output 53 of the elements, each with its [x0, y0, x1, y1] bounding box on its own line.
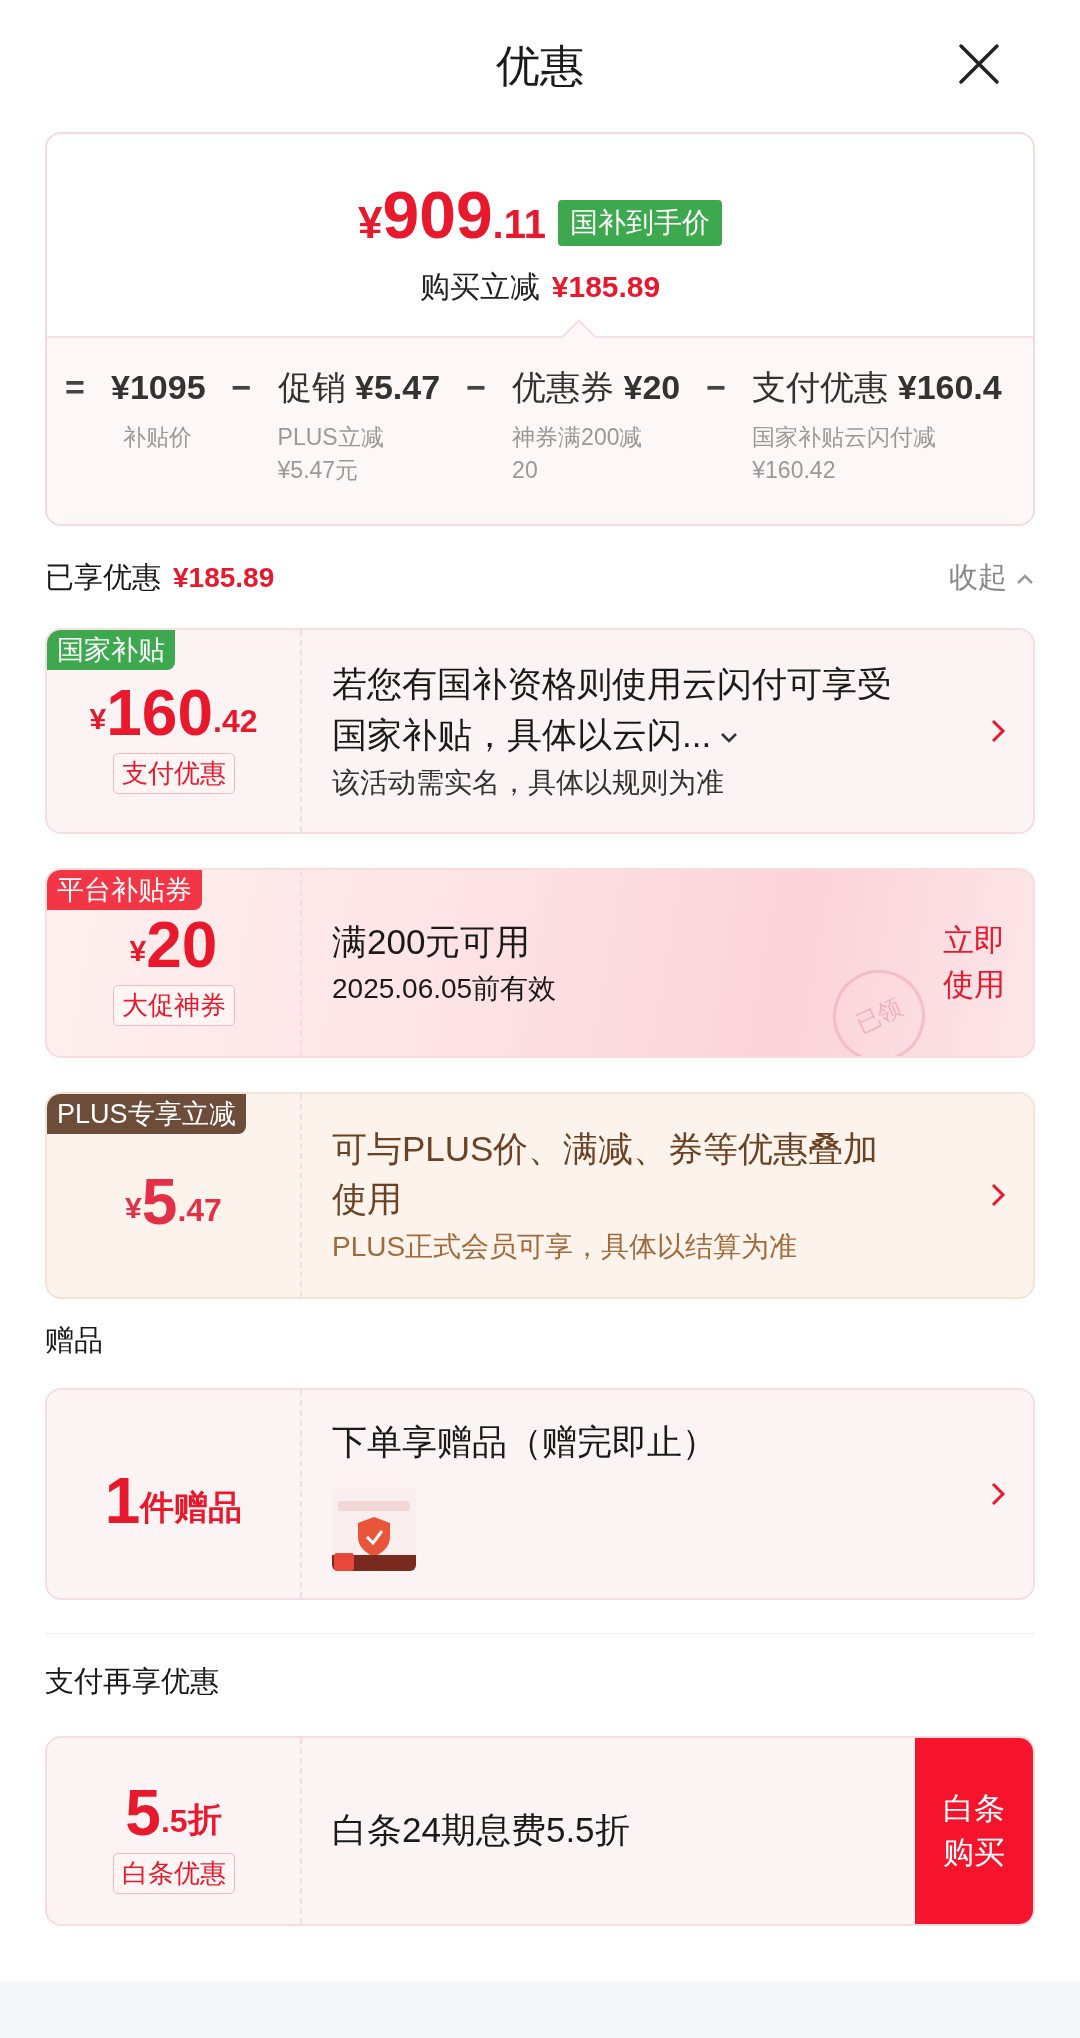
offer-amount: ¥160.42 — [89, 681, 258, 745]
breakdown-note: 国家补贴云闪付减 — [752, 423, 938, 452]
operator-sign: − — [230, 367, 253, 408]
breakdown-note: 20 — [512, 456, 539, 486]
offer-card[interactable]: 1件赠品 下单享赠品（赠完即止） — [45, 1388, 1035, 1600]
breakdown-amount: 促销 ¥5.47 — [277, 367, 441, 408]
breakdown-note: ¥160.42 — [752, 456, 837, 486]
offer-tag: PLUS专享立减 — [47, 1093, 246, 1134]
breakdown-amount: 支付优惠 ¥160.4 — [752, 367, 1002, 408]
section-title: 支付再享优惠 — [45, 1664, 220, 1699]
breakdown-note: PLUS立减 — [277, 423, 385, 452]
offer-subtitle: 该活动需实名，具体以规则为准 — [332, 765, 725, 800]
price-badge: 国补到手价 — [558, 200, 722, 246]
action-button[interactable]: 立即 使用 — [915, 869, 1033, 1056]
saving-label: 购买立减 — [419, 270, 540, 303]
offer-label: 白条优惠 — [112, 1853, 235, 1894]
offer-amount: 1件赠品 — [104, 1469, 243, 1533]
section-title: 已享优惠 — [45, 561, 161, 593]
final-price: ¥909.11 — [358, 182, 546, 254]
sheet-title: 优惠 — [496, 40, 584, 92]
section-amount: ¥185.89 — [173, 562, 275, 593]
offer-subtitle: 2025.06.05前有效 — [332, 972, 558, 1007]
offer-title: 满200元可用 — [332, 920, 532, 963]
saving-amount: ¥185.89 — [551, 270, 661, 303]
operator-sign: − — [705, 367, 728, 408]
breakdown-note: ¥5.47元 — [277, 456, 360, 486]
offer-card[interactable]: PLUS专享立减 ¥5.47 可与PLUS价、满减、券等优惠叠加使用 PLUS正式会员可享，具体以结算为准 — [45, 1091, 1035, 1299]
offer-tag: 平台补贴券 — [47, 869, 202, 910]
operator-sign: − — [465, 367, 487, 408]
offer-title: 白条24期息费5.5折 — [332, 1809, 631, 1852]
offer-title: 可与PLUS价、满减、券等优惠叠加使用 — [332, 1127, 880, 1221]
offer-card[interactable]: 国家补贴 ¥160.42 支付优惠 若您有国补资格则使用云闪付可享受国家补贴，具体以云闪... 该活动需实名，具体以规则为准 — [45, 627, 1035, 834]
offer-title: 若您有国补资格则使用云闪付可享受国家补贴，具体以云闪... — [332, 663, 893, 756]
offer-subtitle: PLUS正式会员可享，具体以结算为准 — [332, 1230, 799, 1265]
offer-label: 大促神券 — [112, 985, 235, 1026]
offer-tag: 国家补贴 — [47, 629, 175, 670]
operator-sign: = — [64, 367, 86, 408]
breakdown-amount: ¥1095 — [111, 367, 206, 408]
offer-label: 支付优惠 — [112, 753, 235, 794]
offer-amount: ¥5.47 — [125, 1170, 222, 1234]
breakdown-amount: 优惠券 ¥20 — [512, 367, 681, 408]
chevron-right-icon[interactable] — [990, 1481, 1006, 1507]
chevron-right-icon[interactable] — [990, 1182, 1006, 1208]
offer-card[interactable]: 5.5折 白条优惠 白条24期息费5.5折 白条 购买 — [45, 1735, 1035, 1926]
breakdown-note: 神券满200减 — [512, 423, 644, 452]
breakdown-note: 补贴价 — [123, 423, 193, 452]
chevron-right-icon[interactable] — [990, 717, 1006, 744]
action-button[interactable]: 白条 购买 — [915, 1737, 1033, 1924]
offer-amount: 5.5折 — [125, 1781, 222, 1845]
section-title: 赠品 — [45, 1322, 104, 1358]
offer-title: 下单享赠品（赠完即止） — [332, 1420, 718, 1463]
collapse-toggle[interactable]: 收起 — [949, 556, 1035, 600]
offer-amount: ¥20 — [129, 913, 218, 977]
